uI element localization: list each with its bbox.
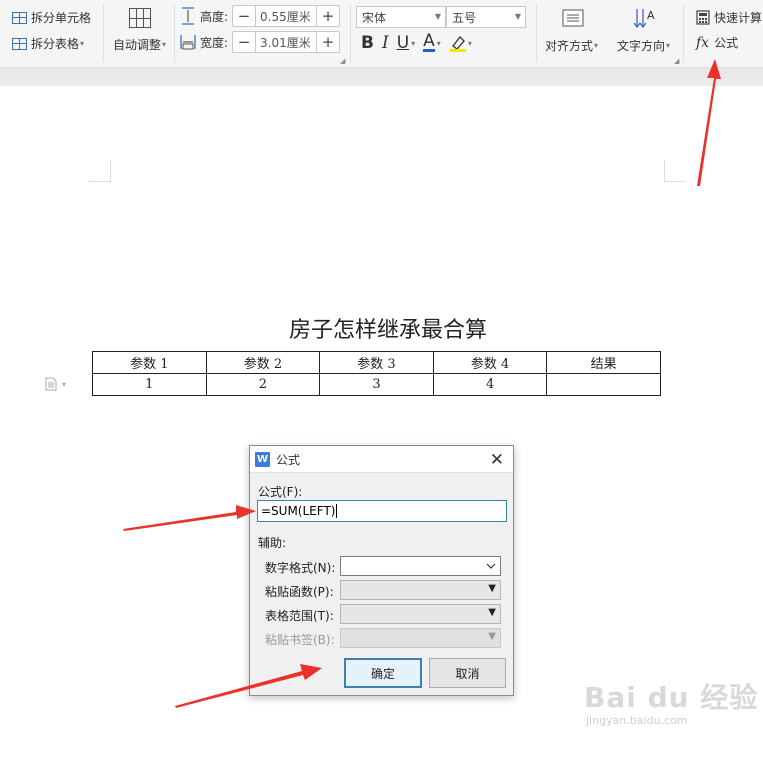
red-arrow bbox=[697, 59, 721, 186]
red-arrow bbox=[175, 664, 322, 708]
red-arrow bbox=[123, 505, 256, 531]
watermark-logo: Bai du 经验 bbox=[584, 681, 759, 714]
annotation-arrows bbox=[123, 59, 721, 708]
baidu-watermark: Bai du 经验 jingyan.baidu.com bbox=[584, 676, 758, 727]
